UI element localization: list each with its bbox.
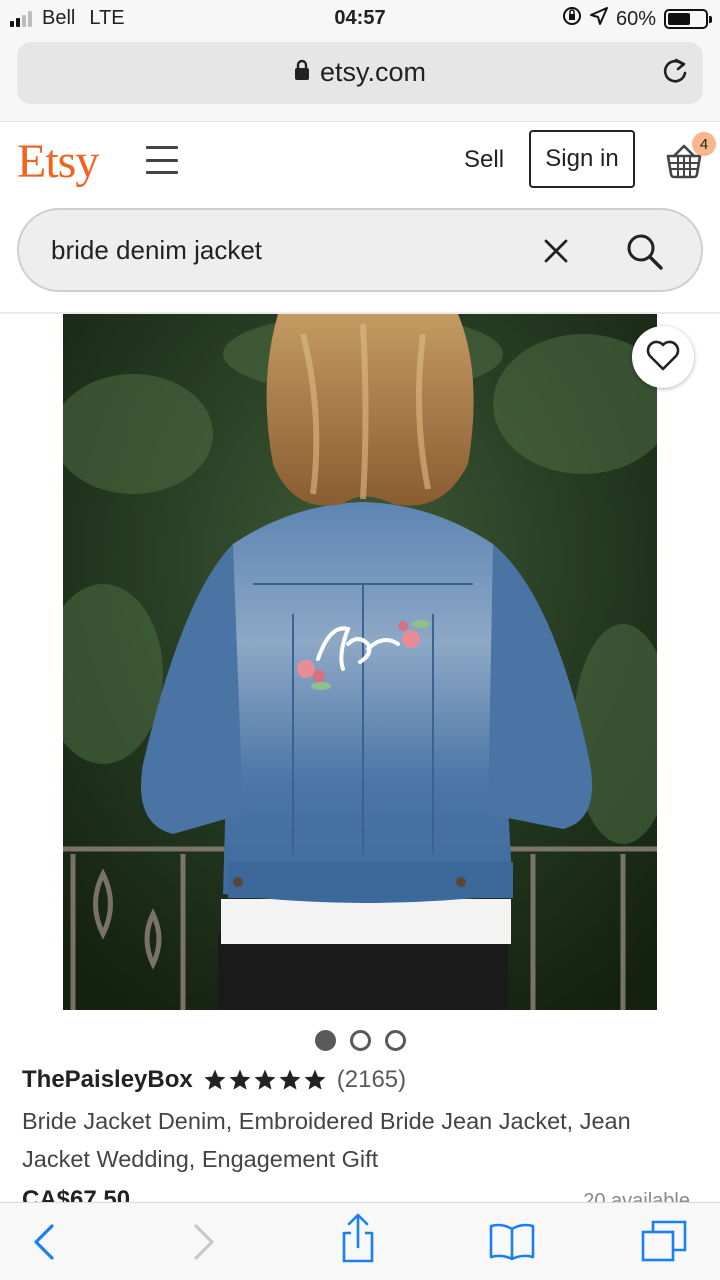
shop-name[interactable]: ThePaisleyBox <box>22 1066 193 1094</box>
site-header: Etsy Sell Sign in 4 <box>0 122 720 202</box>
listing-price: CA$67.50 <box>22 1186 131 1202</box>
hamburger-icon[interactable] <box>146 146 178 174</box>
search-query[interactable]: bride denim jacket <box>51 235 262 266</box>
search-field[interactable]: bride denim jacket <box>17 208 703 292</box>
sign-in-button[interactable]: Sign in <box>529 130 635 188</box>
tabs-icon[interactable] <box>640 1219 688 1268</box>
reload-icon[interactable] <box>661 56 689 91</box>
status-bar: Bell LTE 04:57 60% <box>0 0 720 36</box>
sell-link[interactable]: Sell <box>464 146 504 174</box>
battery-icon <box>664 9 712 29</box>
star-icon <box>204 1069 226 1090</box>
share-icon[interactable] <box>340 1213 376 1270</box>
favorite-button[interactable] <box>632 326 694 388</box>
orientation-lock-icon <box>562 6 582 32</box>
heart-icon <box>645 339 681 376</box>
search-icon[interactable] <box>625 232 665 277</box>
carousel-dot[interactable] <box>384 1030 406 1051</box>
carousel-dot[interactable] <box>314 1030 336 1051</box>
chevron-right-icon[interactable] <box>192 1223 216 1266</box>
browser-toolbar <box>0 1202 720 1280</box>
address-content: etsy.com <box>17 57 703 88</box>
rating-stars <box>203 1068 327 1092</box>
location-icon <box>589 7 608 31</box>
lock-icon <box>294 57 310 88</box>
address-bar[interactable]: etsy.com <box>17 42 703 104</box>
star-icon <box>279 1069 301 1090</box>
cart-count-badge: 4 <box>692 132 716 156</box>
url-text: etsy.com <box>319 57 427 87</box>
availability: 20 available <box>583 1190 690 1202</box>
chevron-left-icon[interactable] <box>32 1223 56 1266</box>
star-icon <box>229 1069 251 1090</box>
battery-percent: 60% <box>615 7 656 30</box>
browser-address-area: etsy.com <box>0 36 720 122</box>
star-icon <box>304 1069 326 1090</box>
product-image[interactable] <box>63 314 657 1010</box>
review-count[interactable]: (2165) <box>337 1066 406 1094</box>
etsy-logo[interactable]: Etsy <box>17 134 99 189</box>
status-right: 60% <box>562 6 712 32</box>
listing-title[interactable]: Bride Jacket Denim, Embroidered Bride Je… <box>22 1102 702 1178</box>
star-icon <box>254 1069 276 1090</box>
image-carousel-dots <box>0 1030 720 1051</box>
basket-icon <box>664 144 704 184</box>
book-icon[interactable] <box>488 1221 536 1266</box>
shop-line: ThePaisleyBox (2165) <box>22 1066 406 1094</box>
carousel-dot[interactable] <box>349 1030 371 1051</box>
close-icon[interactable] <box>543 238 569 269</box>
cart-button[interactable]: 4 <box>664 132 716 180</box>
